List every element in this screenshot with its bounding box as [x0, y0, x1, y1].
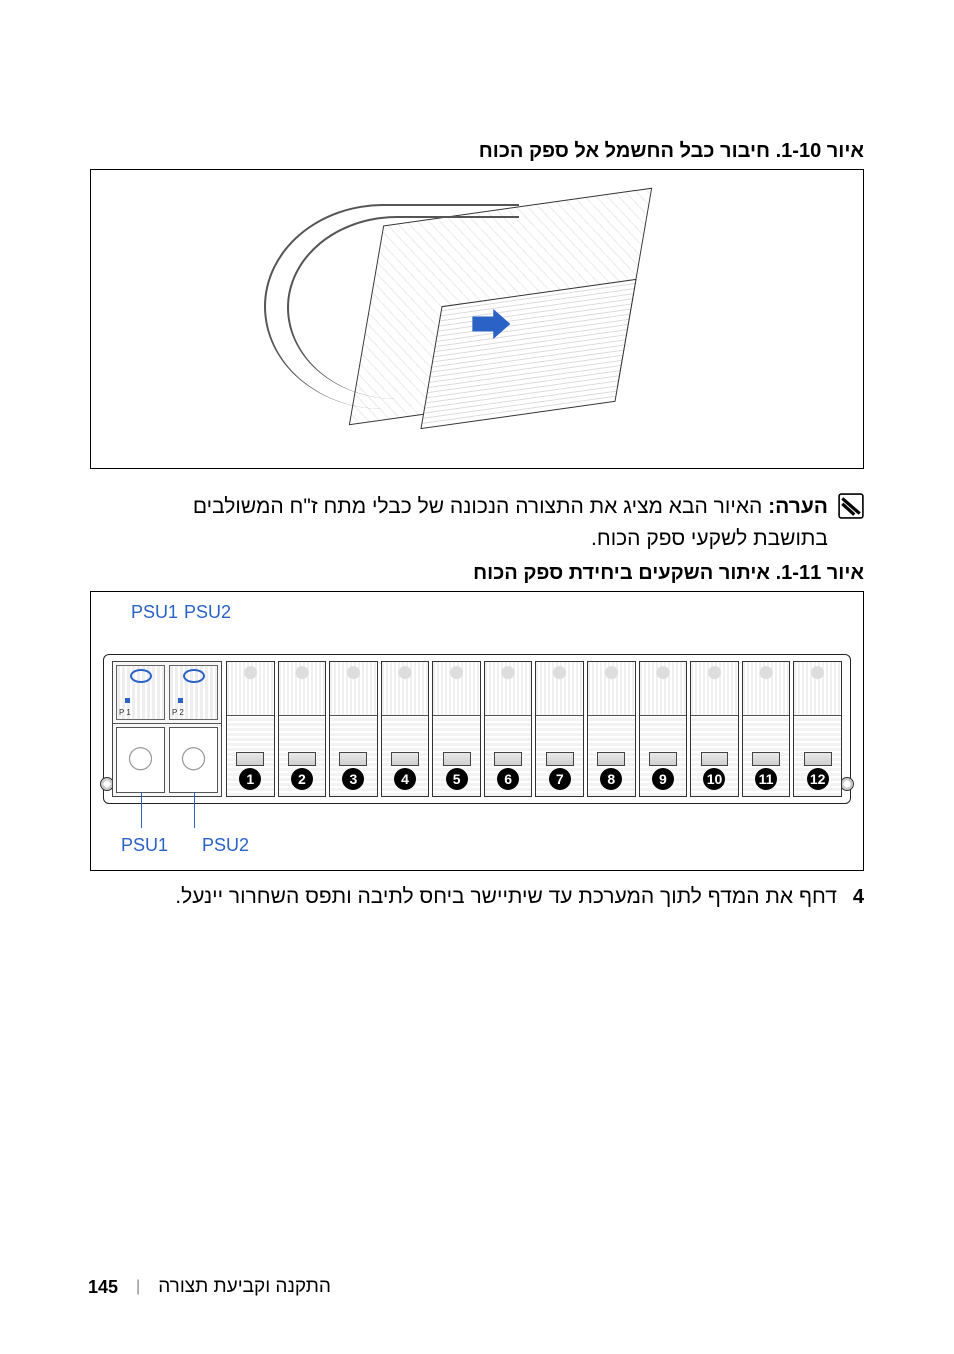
figure-2-title: איור 1-11. איתור השקעים ביחידת ספק הכוח: [90, 562, 864, 585]
step-4: 4 דחף את המדף לתוך המערכת עד שיתיישר ביח…: [90, 885, 864, 909]
note-body: האיור הבא מציג את התצורה הנכונה של כבלי …: [193, 495, 828, 550]
top-label-psu2: PSU2: [184, 602, 231, 623]
slot: 8: [587, 661, 636, 797]
psu1-led-icon: [125, 698, 130, 703]
step-text: דחף את המדף לתוך המערכת עד שיתיישר ביחס …: [175, 885, 837, 909]
bottom-label-psu2: PSU2: [202, 835, 249, 856]
slot-bay: 1 2 3 4 5 6 7 8 9 10 11 12: [226, 661, 842, 797]
slot-number: 5: [446, 768, 468, 790]
psu2-leader-line: [194, 792, 195, 828]
slot-number: 7: [549, 768, 571, 790]
psu-block: P 1 P 2: [112, 661, 222, 797]
power-cable-outline-2: [287, 216, 519, 399]
page-footer: התקנה וקביעת תצורה | 145: [88, 1276, 866, 1298]
slot: 6: [484, 661, 533, 797]
chassis-rear-view: P 1 P 2 1: [103, 654, 851, 804]
slot-number: 1: [239, 768, 261, 790]
footer-page-number: 145: [88, 1277, 118, 1298]
slot: 1: [226, 661, 275, 797]
top-psu-labels: PSU1 PSU2: [103, 602, 851, 623]
psu2-led-icon: [178, 698, 183, 703]
slot-number: 8: [600, 768, 622, 790]
slot-number: 12: [807, 768, 829, 790]
thumbscrew-right-icon: [840, 777, 854, 791]
psu2-inner-label: P 2: [172, 708, 184, 717]
bottom-psu-labels: PSU1 PSU2: [103, 835, 851, 856]
psu1-handle-icon: [130, 669, 152, 683]
figure-1-illustration: [245, 194, 708, 444]
slot: 2: [278, 661, 327, 797]
top-label-psu1: PSU1: [131, 602, 178, 623]
psu1-inner-label: P 1: [119, 708, 131, 717]
slot: 5: [432, 661, 481, 797]
slot: 10: [690, 661, 739, 797]
slot-number: 10: [703, 768, 725, 790]
note-text: הערה: האיור הבא מציג את התצורה הנכונה של…: [140, 491, 828, 554]
figure-2-box: PSU1 PSU2 P 1 P 2: [90, 591, 864, 871]
note-block: הערה: האיור הבא מציג את התצורה הנכונה של…: [90, 491, 864, 554]
slot-number: 11: [755, 768, 777, 790]
figure-1-box: [90, 169, 864, 469]
slot: 9: [639, 661, 688, 797]
slot: 12: [793, 661, 842, 797]
slot-number: 2: [291, 768, 313, 790]
note-icon: [838, 493, 864, 519]
slot: 3: [329, 661, 378, 797]
note-label: הערה:: [768, 495, 828, 518]
slot: 7: [535, 661, 584, 797]
slot-number: 4: [394, 768, 416, 790]
slot-number: 6: [497, 768, 519, 790]
slot-number: 3: [342, 768, 364, 790]
footer-separator: |: [136, 1278, 140, 1296]
figure-1-title: איור 1-10. חיבור כבל החשמל אל ספק הכוח: [90, 140, 864, 163]
psu1-module: P 1: [116, 665, 165, 720]
psu1-leader-line: [141, 792, 142, 828]
slot-number: 9: [652, 768, 674, 790]
psu2-module: P 2: [169, 665, 218, 720]
psu2-handle-icon: [183, 669, 205, 683]
bottom-label-psu1: PSU1: [121, 835, 168, 856]
footer-section-title: התקנה וקביעת תצורה: [158, 1276, 331, 1298]
psu2-socket: [169, 727, 218, 793]
psu1-socket: [116, 727, 165, 793]
step-number: 4: [853, 886, 864, 909]
slot: 11: [742, 661, 791, 797]
slot: 4: [381, 661, 430, 797]
